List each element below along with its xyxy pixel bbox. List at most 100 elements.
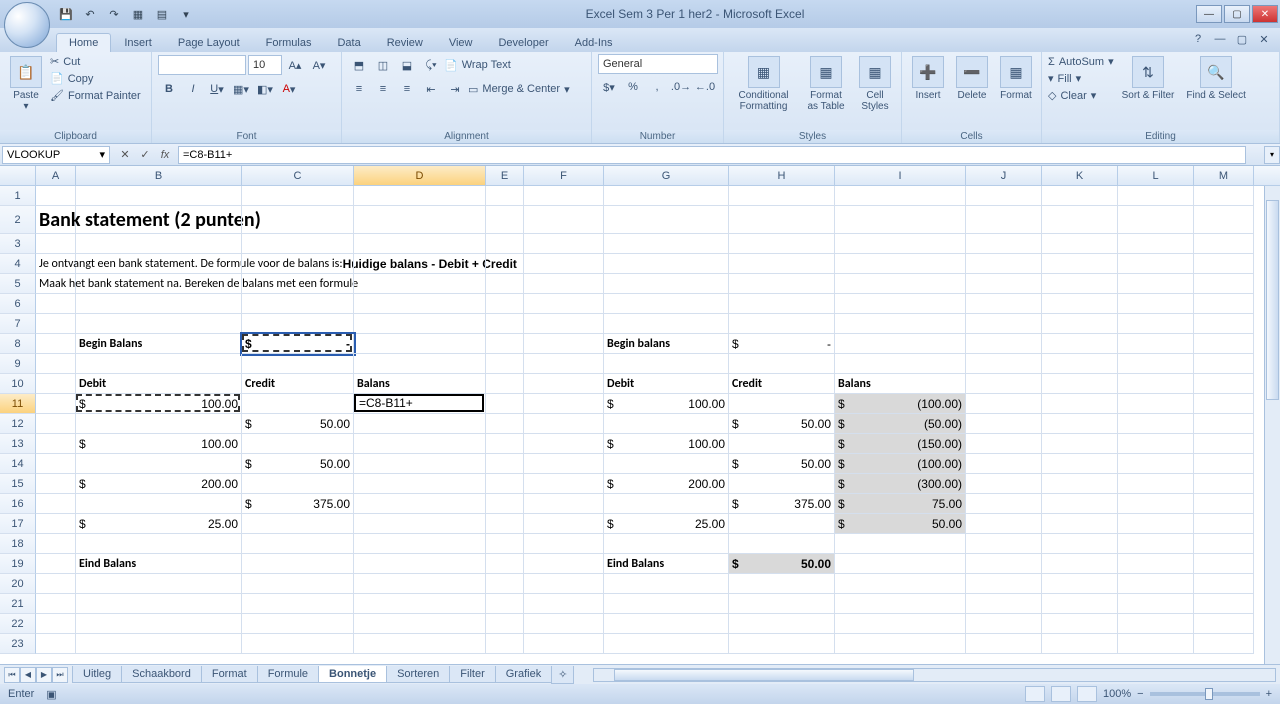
cell[interactable] bbox=[486, 294, 524, 314]
increase-indent-icon[interactable]: ⇥ bbox=[444, 78, 466, 100]
cell[interactable] bbox=[604, 614, 729, 634]
cell[interactable] bbox=[729, 254, 835, 274]
close-button[interactable]: ✕ bbox=[1252, 5, 1278, 23]
cell[interactable]: $200.00 bbox=[604, 474, 729, 494]
align-center-icon[interactable]: ≡ bbox=[372, 78, 394, 100]
cell[interactable] bbox=[729, 186, 835, 206]
cell[interactable] bbox=[1194, 314, 1254, 334]
row-header[interactable]: 13 bbox=[0, 434, 36, 454]
cell[interactable] bbox=[729, 314, 835, 334]
cell[interactable] bbox=[1118, 534, 1194, 554]
sheet-nav-prev-icon[interactable]: ◀ bbox=[20, 667, 36, 683]
sheet-nav-first-icon[interactable]: ⏮ bbox=[4, 667, 20, 683]
select-all-corner[interactable] bbox=[0, 166, 36, 185]
cell[interactable] bbox=[242, 186, 354, 206]
cell[interactable] bbox=[242, 614, 354, 634]
cell[interactable] bbox=[242, 474, 354, 494]
help-icon[interactable]: ? bbox=[1190, 31, 1206, 47]
underline-button[interactable]: U▾ bbox=[206, 78, 228, 100]
new-sheet-button[interactable]: ✧ bbox=[551, 666, 574, 684]
cell[interactable] bbox=[1118, 186, 1194, 206]
doc-close-button[interactable]: ✕ bbox=[1256, 31, 1272, 47]
cell[interactable]: $50.00 bbox=[835, 514, 966, 534]
cell[interactable] bbox=[242, 554, 354, 574]
cell[interactable] bbox=[966, 434, 1042, 454]
zoom-level[interactable]: 100% bbox=[1103, 688, 1131, 700]
cell[interactable] bbox=[604, 254, 729, 274]
cell[interactable] bbox=[1118, 494, 1194, 514]
row-header[interactable]: 21 bbox=[0, 594, 36, 614]
cell[interactable] bbox=[524, 394, 604, 414]
cell[interactable] bbox=[36, 554, 76, 574]
cell[interactable] bbox=[486, 614, 524, 634]
wrap-text-button[interactable]: 📄 Wrap Text bbox=[444, 58, 511, 73]
cell[interactable] bbox=[354, 634, 486, 654]
cell[interactable] bbox=[1194, 186, 1254, 206]
sheet-tab[interactable]: Filter bbox=[449, 666, 495, 683]
editing-cell[interactable]: =C8-B11+ bbox=[354, 394, 484, 412]
cell[interactable]: $(300.00) bbox=[835, 474, 966, 494]
orientation-icon[interactable]: ⤹▾ bbox=[420, 54, 442, 76]
align-right-icon[interactable]: ≡ bbox=[396, 78, 418, 100]
cell[interactable] bbox=[354, 554, 486, 574]
row-header[interactable]: 2 bbox=[0, 206, 36, 234]
cell[interactable] bbox=[486, 374, 524, 394]
cell[interactable] bbox=[242, 314, 354, 334]
cell[interactable] bbox=[729, 614, 835, 634]
cell[interactable] bbox=[966, 534, 1042, 554]
tab-home[interactable]: Home bbox=[56, 33, 111, 52]
cell[interactable] bbox=[486, 514, 524, 534]
cell[interactable] bbox=[966, 474, 1042, 494]
cell[interactable] bbox=[966, 634, 1042, 654]
cell[interactable]: Credit bbox=[729, 374, 835, 394]
cell[interactable]: $100.00 bbox=[76, 434, 242, 454]
cell[interactable]: $100.00 bbox=[76, 394, 242, 414]
cell[interactable] bbox=[242, 354, 354, 374]
row-header[interactable]: 16 bbox=[0, 494, 36, 514]
cell[interactable] bbox=[729, 206, 835, 234]
cell[interactable] bbox=[1194, 534, 1254, 554]
cell[interactable] bbox=[242, 514, 354, 534]
doc-restore-button[interactable]: ▢ bbox=[1234, 31, 1250, 47]
row-header[interactable]: 17 bbox=[0, 514, 36, 534]
cell[interactable] bbox=[1194, 514, 1254, 534]
row-header[interactable]: 8 bbox=[0, 334, 36, 354]
cell[interactable]: $- bbox=[729, 334, 835, 354]
cell[interactable] bbox=[486, 314, 524, 334]
cell[interactable] bbox=[729, 574, 835, 594]
cell[interactable] bbox=[966, 234, 1042, 254]
cell[interactable] bbox=[36, 414, 76, 434]
cell[interactable] bbox=[604, 186, 729, 206]
row-header[interactable]: 19 bbox=[0, 554, 36, 574]
format-painter-button[interactable]: 🖌 Format Painter bbox=[50, 88, 141, 103]
cell[interactable] bbox=[835, 594, 966, 614]
cell[interactable] bbox=[1042, 474, 1118, 494]
cell[interactable] bbox=[36, 234, 76, 254]
cell[interactable] bbox=[729, 234, 835, 254]
cell[interactable] bbox=[966, 334, 1042, 354]
cell[interactable] bbox=[1118, 554, 1194, 574]
fill-color-button[interactable]: ◧▾ bbox=[254, 78, 276, 100]
insert-cells-button[interactable]: ➕Insert bbox=[908, 54, 948, 103]
cell[interactable] bbox=[486, 434, 524, 454]
cell[interactable] bbox=[966, 614, 1042, 634]
cell[interactable]: Begin balans bbox=[604, 334, 729, 354]
row-header[interactable]: 6 bbox=[0, 294, 36, 314]
cell[interactable] bbox=[966, 254, 1042, 274]
save-icon[interactable]: 💾 bbox=[56, 4, 76, 24]
cell[interactable] bbox=[76, 254, 242, 274]
cell[interactable] bbox=[729, 474, 835, 494]
cell[interactable] bbox=[604, 574, 729, 594]
cell[interactable] bbox=[354, 594, 486, 614]
cell[interactable] bbox=[36, 614, 76, 634]
doc-minimize-button[interactable]: — bbox=[1212, 31, 1228, 47]
cell[interactable] bbox=[524, 254, 604, 274]
cell[interactable] bbox=[76, 234, 242, 254]
cell[interactable] bbox=[1118, 454, 1194, 474]
cell[interactable] bbox=[1194, 614, 1254, 634]
col-header[interactable]: C bbox=[242, 166, 354, 185]
cell[interactable] bbox=[36, 574, 76, 594]
font-name-combo[interactable] bbox=[158, 55, 246, 75]
row-header[interactable]: 7 bbox=[0, 314, 36, 334]
cell[interactable] bbox=[76, 634, 242, 654]
